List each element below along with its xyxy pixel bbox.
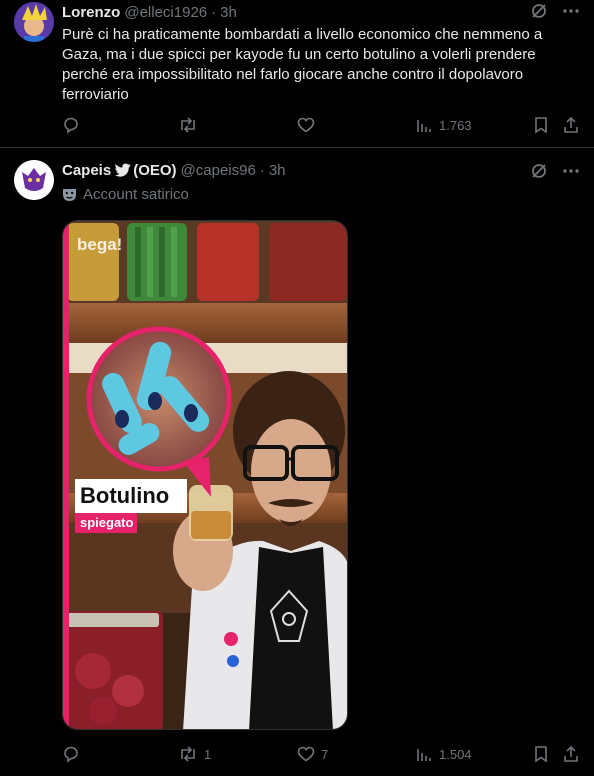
bookmark-icon — [532, 116, 550, 134]
tweet-top-icons — [530, 2, 580, 20]
reply-button[interactable] — [62, 116, 86, 134]
author-name[interactable]: Capeis — [62, 162, 111, 179]
share-button[interactable] — [562, 745, 580, 763]
like-button[interactable]: 7 — [297, 745, 328, 763]
views-icon — [415, 745, 433, 763]
avatar[interactable] — [14, 160, 54, 200]
tweet-time[interactable]: 3h — [220, 4, 237, 21]
grok-icon[interactable] — [530, 162, 548, 180]
avatar-image — [14, 2, 54, 42]
bookmark-button[interactable] — [532, 116, 550, 134]
media-video[interactable]: bega! Botulino spiegato — [62, 220, 348, 730]
retweet-icon — [178, 116, 198, 134]
bookmark-icon — [532, 745, 550, 763]
avatar-image — [14, 160, 54, 200]
separator-dot: · — [259, 161, 265, 179]
author-name[interactable]: Lorenzo — [62, 4, 120, 21]
retweet-button[interactable] — [178, 116, 204, 134]
account-label: Account satirico — [62, 185, 189, 203]
retweet-button[interactable]: 1 — [178, 745, 211, 763]
share-icon — [562, 745, 580, 763]
views-count: 1.763 — [439, 117, 472, 133]
reply-icon — [62, 745, 80, 763]
tweet-actions: 1 7 1.504 — [62, 745, 584, 765]
more-icon[interactable] — [562, 162, 580, 180]
reply-button[interactable] — [62, 745, 86, 763]
bookmark-button[interactable] — [532, 745, 550, 763]
views-button[interactable]: 1.763 — [415, 116, 472, 134]
avatar[interactable] — [14, 2, 54, 42]
separator-dot: · — [211, 3, 217, 21]
views-button[interactable]: 1.504 — [415, 745, 472, 763]
retweet-icon — [178, 745, 198, 763]
like-icon — [297, 745, 315, 763]
tweet-header: Lorenzo @elleci1926 · 3h — [62, 2, 237, 22]
views-count: 1.504 — [439, 746, 472, 762]
tweet-header: Capeis (OEO) @capeis96 · 3h — [62, 160, 286, 180]
tweet-lorenzo[interactable]: Lorenzo @elleci1926 · 3h Purè ci ha prat… — [0, 0, 594, 148]
like-icon — [297, 116, 315, 134]
share-icon — [562, 116, 580, 134]
retweet-count: 1 — [204, 746, 212, 762]
video-thumbnail — [63, 221, 347, 729]
media-brand: bega! — [77, 235, 123, 254]
tweet-actions: 1.763 — [62, 116, 584, 136]
author-handle[interactable]: @capeis96 — [181, 162, 256, 179]
grok-icon[interactable] — [530, 2, 548, 20]
tweet-text: Purè ci ha praticamente bombardati a liv… — [62, 26, 543, 103]
account-label-text: Account satirico — [83, 185, 189, 203]
more-icon[interactable] — [562, 2, 580, 20]
views-icon — [415, 116, 433, 134]
like-button[interactable] — [297, 116, 321, 134]
like-count: 7 — [321, 746, 329, 762]
author-handle[interactable]: @elleci1926 — [124, 4, 207, 21]
share-button[interactable] — [562, 116, 580, 134]
bird-icon — [115, 163, 131, 177]
media-subtitle: spiegato — [80, 515, 134, 530]
theater-mask-icon — [62, 187, 77, 202]
tweet-top-icons — [530, 162, 580, 180]
media-title: Botulino — [80, 483, 170, 508]
reply-icon — [62, 116, 80, 134]
tweet-time[interactable]: 3h — [269, 162, 286, 179]
author-suffix: (OEO) — [133, 161, 177, 179]
